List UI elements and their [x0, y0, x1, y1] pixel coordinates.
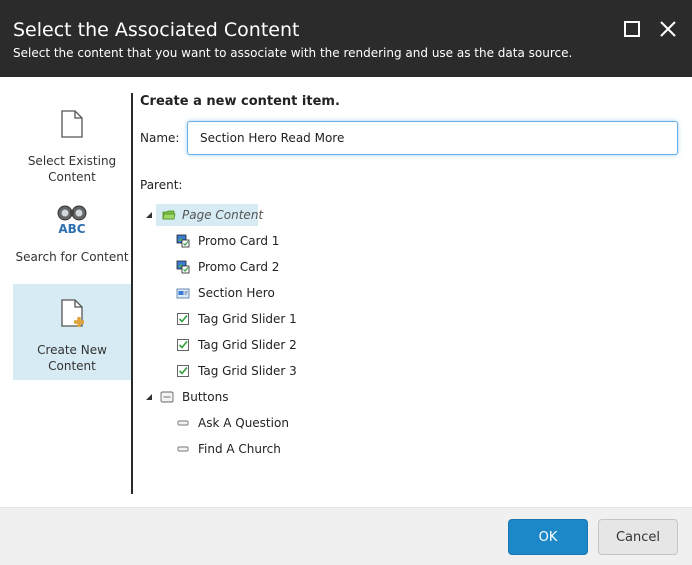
dialog-header: Select the Associated Content Select the… [0, 0, 692, 77]
checkbox-icon [177, 365, 189, 377]
sidebar-item-label: Create New Content [37, 343, 107, 373]
dialog-footer: OK Cancel [0, 507, 692, 565]
tree-item-label: Ask A Question [198, 416, 289, 430]
collapse-toggle-icon[interactable] [144, 392, 154, 402]
collapse-toggle-icon[interactable] [144, 210, 154, 220]
tree-item-label: Page Content [182, 208, 264, 222]
button-icon [177, 446, 189, 452]
binoculars-abc-icon: ABC [57, 205, 87, 235]
button-icon [177, 420, 189, 426]
promo-card-icon [176, 260, 190, 274]
tree-item-label: Tag Grid Slider 2 [198, 338, 297, 352]
document-icon [61, 110, 83, 138]
main-panel: Create a new content item. Name: Parent:… [140, 77, 685, 494]
tree-item-label: Tag Grid Slider 3 [198, 364, 297, 378]
svg-text:ABC: ABC [58, 222, 85, 235]
ok-button[interactable]: OK [508, 519, 588, 555]
buttons-folder-icon [160, 391, 174, 403]
sidebar-item-search[interactable]: ABC Search for Content [13, 191, 131, 287]
maximize-button[interactable] [621, 18, 643, 40]
name-input[interactable] [187, 121, 678, 155]
folder-icon [162, 210, 176, 220]
checkbox-icon [177, 339, 189, 351]
promo-card-icon [176, 234, 190, 248]
tree-item-label: Buttons [182, 390, 229, 404]
section-title: Create a new content item. [140, 94, 340, 109]
section-hero-icon [176, 288, 190, 299]
dialog-title: Select the Associated Content [13, 19, 300, 41]
tree-item-label: Promo Card 2 [198, 260, 280, 274]
sidebar-item-create-new[interactable]: Create New Content [13, 284, 131, 380]
tree-item-label: Promo Card 1 [198, 234, 280, 248]
tree-item-label: Tag Grid Slider 1 [198, 312, 297, 326]
new-document-icon [61, 299, 84, 327]
tree-item-label: Find A Church [198, 442, 281, 456]
parent-label: Parent: [140, 178, 183, 192]
dialog-subtitle: Select the content that you want to asso… [13, 46, 573, 60]
vertical-divider [131, 93, 133, 494]
name-label: Name: [140, 131, 180, 145]
close-icon [660, 21, 676, 37]
sidebar-item-label: Select Existing Content [27, 154, 117, 184]
sidebar-item-label: Search for Content [15, 250, 129, 264]
checkbox-icon [177, 313, 189, 325]
maximize-icon [624, 21, 640, 37]
tree-item-page-content[interactable]: Page Content [156, 204, 263, 226]
sidebar-item-select-existing[interactable]: Select Existing Content [13, 95, 131, 191]
tree-item-label: Section Hero [198, 286, 275, 300]
sidebar: Select Existing Content ABC Search for C… [0, 77, 131, 494]
close-button[interactable] [657, 18, 679, 40]
cancel-button[interactable]: Cancel [598, 519, 678, 555]
